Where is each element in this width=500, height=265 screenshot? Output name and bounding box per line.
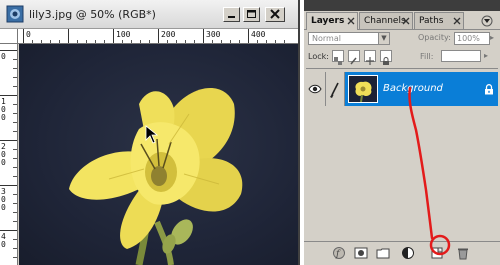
ruler-top-number: 200 xyxy=(161,30,176,39)
chevron-right-icon[interactable]: ▸ xyxy=(484,51,488,60)
new-layer-icon[interactable] xyxy=(430,246,444,260)
photoshop-document-icon xyxy=(6,5,24,23)
delete-layer-icon[interactable] xyxy=(456,246,470,260)
tab-paths-label: Paths xyxy=(419,16,444,26)
ruler-top-number: 400 xyxy=(251,30,266,39)
lock-image-checkbox[interactable] xyxy=(348,50,360,65)
lock-position-checkbox[interactable] xyxy=(364,50,376,65)
adjustment-layer-icon[interactable] xyxy=(401,246,415,260)
eye-icon xyxy=(308,84,322,94)
maximize-button[interactable] xyxy=(243,7,260,22)
lily-thumbnail-image xyxy=(349,76,377,102)
move-icon xyxy=(366,57,374,65)
document-title: lily3.jpg @ 50% (RGB*) xyxy=(29,8,156,21)
layer-row-background[interactable]: Background xyxy=(306,72,498,106)
close-icon xyxy=(270,9,280,19)
fill-label: Fill: xyxy=(420,52,434,61)
layer-mask-icon[interactable] xyxy=(354,246,368,260)
blend-mode-value: Normal xyxy=(312,34,341,43)
chevron-down-icon: ▼ xyxy=(378,33,389,44)
ruler-left-number: 2 0 0 xyxy=(1,142,6,167)
ruler-top-number: 0 xyxy=(26,30,31,39)
tab-paths[interactable]: Paths xyxy=(414,12,464,29)
ruler-left-number: 1 0 0 xyxy=(1,97,6,122)
new-set-icon[interactable] xyxy=(376,246,390,260)
minimize-button[interactable] xyxy=(223,7,240,22)
lock-icon xyxy=(485,84,493,95)
fill-field[interactable] xyxy=(441,50,481,62)
tab-channels-label: Channels xyxy=(364,16,406,26)
opacity-label: Opacity: xyxy=(418,33,451,42)
tab-channels[interactable]: Channels xyxy=(359,12,413,29)
opacity-field[interactable]: 100% xyxy=(454,32,490,45)
ruler-top-number: 300 xyxy=(206,30,221,39)
transparency-grid-icon xyxy=(334,57,342,65)
paintbrush-icon xyxy=(330,82,339,98)
lock-transparency-checkbox[interactable] xyxy=(332,50,344,65)
close-icon[interactable] xyxy=(453,17,461,25)
tab-layers[interactable]: Layers xyxy=(306,12,358,30)
ruler-left-number: 0 xyxy=(1,52,6,61)
palette-menu-icon[interactable] xyxy=(480,15,494,27)
layer-link-toggle[interactable] xyxy=(327,72,345,106)
close-icon[interactable] xyxy=(347,17,355,25)
minimize-icon xyxy=(228,16,235,18)
lock-label: Lock: xyxy=(308,52,329,61)
palette-button-bar: f xyxy=(304,241,500,265)
tab-layers-label: Layers xyxy=(311,16,345,26)
ruler-left-number: 4 0 xyxy=(1,232,6,249)
layer-visibility-toggle[interactable] xyxy=(306,72,326,106)
ruler-left-number: 3 0 0 xyxy=(1,187,6,212)
maximize-icon xyxy=(247,10,256,18)
chevron-right-icon[interactable]: ▸ xyxy=(490,33,494,42)
ruler-top-number: 100 xyxy=(116,30,131,39)
ruler-origin[interactable] xyxy=(0,29,18,44)
close-button[interactable] xyxy=(265,7,285,22)
blend-mode-select[interactable]: Normal ▼ xyxy=(308,32,390,45)
horizontal-ruler[interactable]: 0 100 200 300 400 xyxy=(18,29,298,44)
layer-name[interactable]: Background xyxy=(383,83,443,94)
document-window: lily3.jpg @ 50% (RGB*) 0 100 200 300 400… xyxy=(0,0,300,265)
layer-thumbnail xyxy=(348,75,378,103)
lock-all-checkbox[interactable] xyxy=(380,50,392,65)
image-canvas[interactable] xyxy=(19,44,298,265)
brush-icon xyxy=(350,57,357,65)
palette-titlebar[interactable] xyxy=(304,0,500,11)
layers-list: Background xyxy=(306,68,498,240)
opacity-value: 100% xyxy=(457,34,480,43)
lily-flower-image xyxy=(69,87,243,265)
close-icon[interactable] xyxy=(402,17,410,25)
document-titlebar[interactable]: lily3.jpg @ 50% (RGB*) xyxy=(0,0,298,29)
lock-icon xyxy=(383,57,389,65)
layers-palette: Layers Channels Paths Normal ▼ Opacity: … xyxy=(304,0,500,265)
layer-style-icon[interactable]: f xyxy=(332,246,346,260)
vertical-ruler[interactable]: 0 1 0 0 2 0 0 3 0 0 4 0 xyxy=(0,44,18,265)
